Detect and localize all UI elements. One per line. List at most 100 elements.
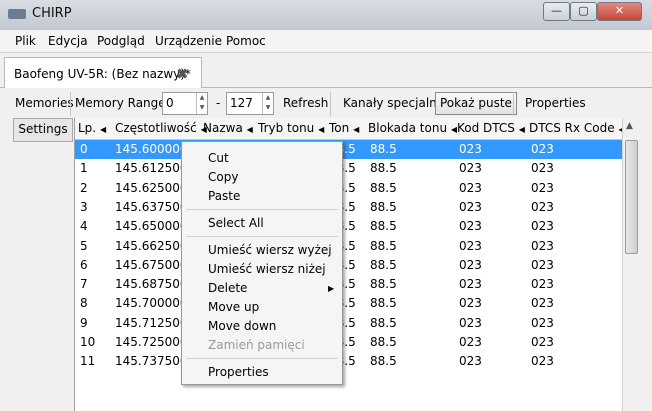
- cell-dtcs[interactable]: 023: [459, 219, 482, 233]
- ctx-move-up[interactable]: Move up: [208, 300, 259, 314]
- cell-frequency[interactable]: 145.612500: [115, 161, 188, 175]
- cell-lp[interactable]: 10: [80, 335, 95, 349]
- scroll-thumb[interactable]: [625, 140, 638, 254]
- cell-frequency[interactable]: 145.687500: [115, 277, 188, 291]
- ctx-select-all[interactable]: Select All: [208, 216, 264, 230]
- cell-tone-squelch[interactable]: 88.5: [370, 142, 397, 156]
- maximize-button[interactable]: ▢: [570, 2, 597, 21]
- show-empty-toggle[interactable]: Pokaż puste: [435, 92, 517, 115]
- col-header-tone-mode[interactable]: Tryb tonu ◀: [258, 121, 324, 135]
- menu-pomoc[interactable]: Pomoc: [226, 34, 266, 48]
- cell-dtcs[interactable]: 023: [459, 258, 482, 272]
- table-row[interactable]: 3145.63750088.588.5023023: [75, 198, 623, 217]
- table-row[interactable]: 4145.65000088.588.5023023: [75, 217, 623, 236]
- cell-dtcs-rx[interactable]: 023: [531, 354, 554, 368]
- ctx-copy[interactable]: Copy: [208, 170, 238, 184]
- cell-dtcs-rx[interactable]: 023: [531, 296, 554, 310]
- cell-lp[interactable]: 5: [80, 239, 88, 253]
- cell-lp[interactable]: 8: [80, 296, 88, 310]
- col-header-freq[interactable]: Częstotliwość ◀: [115, 121, 207, 135]
- stepper-arrows-icon[interactable]: ▲ ▼: [196, 93, 207, 114]
- cell-frequency[interactable]: 145.700000: [115, 296, 188, 310]
- cell-dtcs[interactable]: 023: [459, 161, 482, 175]
- col-header-dtcs[interactable]: Kod DTCS ◀: [457, 121, 525, 135]
- settings-tab[interactable]: Settings: [13, 118, 73, 142]
- cell-dtcs-rx[interactable]: 023: [531, 219, 554, 233]
- properties-button[interactable]: Properties: [520, 92, 591, 115]
- ctx-insert-below[interactable]: Umieść wiersz niżej: [208, 262, 326, 276]
- cell-tone-squelch[interactable]: 88.5: [370, 200, 397, 214]
- table-row[interactable]: 1145.61250088.588.5023023: [75, 159, 623, 178]
- cell-dtcs[interactable]: 023: [459, 277, 482, 291]
- document-tab[interactable]: Baofeng UV-5R: (Bez nazwy)* ✖: [4, 57, 202, 88]
- cell-tone-squelch[interactable]: 88.5: [370, 354, 397, 368]
- ctx-paste[interactable]: Paste: [208, 189, 240, 203]
- cell-tone-squelch[interactable]: 88.5: [370, 316, 397, 330]
- cell-frequency[interactable]: 145.600000: [115, 142, 188, 156]
- cell-tone-squelch[interactable]: 88.5: [370, 296, 397, 310]
- menu-podglad[interactable]: Podgląd: [97, 34, 145, 48]
- cell-frequency[interactable]: 145.650000: [115, 219, 188, 233]
- cell-lp[interactable]: 6: [80, 258, 88, 272]
- ctx-move-down[interactable]: Move down: [208, 319, 276, 333]
- cell-lp[interactable]: 11: [80, 354, 95, 368]
- scroll-up-icon[interactable]: ▲: [626, 121, 633, 131]
- cell-tone-squelch[interactable]: 88.5: [370, 239, 397, 253]
- col-header-lp[interactable]: Lp. ◀: [78, 121, 106, 135]
- cell-frequency[interactable]: 145.625000: [115, 181, 188, 195]
- vertical-scrollbar[interactable]: ▲: [622, 118, 639, 411]
- cell-frequency[interactable]: 145.662500: [115, 239, 188, 253]
- memories-tab[interactable]: Memories: [15, 96, 74, 110]
- cell-dtcs-rx[interactable]: 023: [531, 258, 554, 272]
- col-header-name[interactable]: Nazwa ◀: [203, 121, 253, 135]
- cell-tone-squelch[interactable]: 88.5: [370, 335, 397, 349]
- cell-tone-squelch[interactable]: 88.5: [370, 219, 397, 233]
- table-row[interactable]: 2145.62500088.588.5023023: [75, 179, 623, 198]
- ctx-delete[interactable]: Delete: [208, 281, 247, 295]
- table-row[interactable]: 7145.68750088.588.5023023: [75, 275, 623, 294]
- cell-frequency[interactable]: 145.712500: [115, 316, 188, 330]
- cell-dtcs[interactable]: 023: [459, 296, 482, 310]
- cell-dtcs-rx[interactable]: 023: [531, 316, 554, 330]
- cell-tone-squelch[interactable]: 88.5: [370, 277, 397, 291]
- cell-dtcs[interactable]: 023: [459, 200, 482, 214]
- cell-lp[interactable]: 2: [80, 181, 88, 195]
- stepper-arrows-icon[interactable]: ▲ ▼: [262, 93, 273, 114]
- cell-lp[interactable]: 9: [80, 316, 88, 330]
- cell-tone-squelch[interactable]: 88.5: [370, 161, 397, 175]
- cell-dtcs-rx[interactable]: 023: [531, 181, 554, 195]
- cell-dtcs-rx[interactable]: 023: [531, 142, 554, 156]
- cell-frequency[interactable]: 145.737500: [115, 354, 188, 368]
- ctx-cut[interactable]: Cut: [208, 151, 229, 165]
- range-from-stepper[interactable]: 0 ▲ ▼: [162, 92, 208, 115]
- cell-lp[interactable]: 3: [80, 200, 88, 214]
- table-row[interactable]: 9145.71250088.588.5023023: [75, 314, 623, 333]
- ctx-insert-above[interactable]: Umieść wiersz wyżej: [208, 243, 332, 257]
- close-window-button[interactable]: ✕: [597, 2, 642, 21]
- cell-dtcs[interactable]: 023: [459, 335, 482, 349]
- cell-lp[interactable]: 0: [80, 142, 88, 156]
- tab-close-icon[interactable]: ✖: [176, 65, 189, 83]
- minimize-button[interactable]: —: [543, 2, 570, 21]
- cell-dtcs-rx[interactable]: 023: [531, 200, 554, 214]
- col-header-tsql[interactable]: Blokada tonu ◀: [368, 121, 457, 135]
- cell-lp[interactable]: 7: [80, 277, 88, 291]
- cell-lp[interactable]: 1: [80, 161, 88, 175]
- cell-dtcs[interactable]: 023: [459, 316, 482, 330]
- cell-dtcs[interactable]: 023: [459, 239, 482, 253]
- cell-dtcs[interactable]: 023: [459, 181, 482, 195]
- col-header-tone[interactable]: Ton ◀: [329, 121, 359, 135]
- cell-frequency[interactable]: 145.725000: [115, 335, 188, 349]
- memory-grid[interactable]: Lp. ◀ Częstotliwość ◀ Nazwa ◀ Tryb tonu …: [74, 118, 623, 411]
- cell-dtcs-rx[interactable]: 023: [531, 277, 554, 291]
- table-row[interactable]: 5145.66250088.588.5023023: [75, 237, 623, 256]
- cell-frequency[interactable]: 145.675000: [115, 258, 188, 272]
- range-to-stepper[interactable]: 127 ▲ ▼: [226, 92, 274, 115]
- menu-plik[interactable]: Plik: [15, 34, 36, 48]
- table-row[interactable]: 6145.67500088.588.5023023: [75, 256, 623, 275]
- cell-tone-squelch[interactable]: 88.5: [370, 258, 397, 272]
- special-channels-button[interactable]: Kanały specjalne: [338, 92, 449, 115]
- cell-lp[interactable]: 4: [80, 219, 88, 233]
- table-row[interactable]: 11145.737500145 73(None)88.588.5023023: [75, 352, 623, 371]
- cell-dtcs-rx[interactable]: 023: [531, 239, 554, 253]
